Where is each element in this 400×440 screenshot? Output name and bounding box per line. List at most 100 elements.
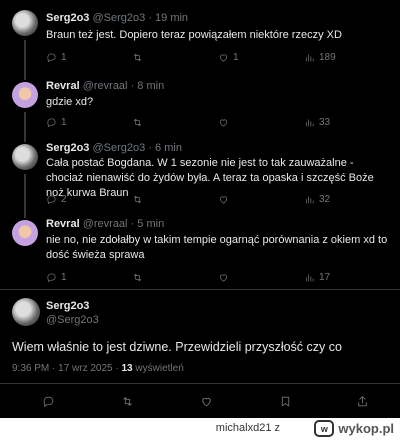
reply-icon (43, 396, 54, 407)
share-button[interactable] (356, 394, 369, 408)
tweet-actions: 1 33 (46, 115, 392, 129)
views-count: 17 (319, 271, 331, 283)
like-count: 1 (233, 51, 239, 63)
author-name[interactable]: Serg2o3 (46, 12, 89, 24)
views-button[interactable]: 33 (304, 115, 330, 129)
reply-button[interactable] (42, 394, 55, 408)
views-icon (305, 195, 314, 204)
tweet-1[interactable]: Serg2o3 @Serg2o3 · 19 min Braun też jest… (0, 0, 400, 74)
repost-button[interactable] (132, 192, 147, 206)
thread-line (24, 174, 26, 212)
author-handle[interactable]: @Serg2o3 (92, 142, 145, 154)
main-actions (0, 394, 400, 414)
tweet-time[interactable]: · 5 min (131, 218, 165, 230)
heart-icon (219, 54, 228, 62)
like-button[interactable] (218, 192, 233, 206)
like-button[interactable] (200, 394, 213, 408)
views-button[interactable]: 32 (304, 192, 330, 206)
thread-line (24, 74, 26, 80)
main-tweet: Serg2o3 @Serg2o3 Wiem właśnie to jest dz… (0, 290, 400, 418)
reply-count: 1 (61, 51, 67, 63)
repost-icon (133, 273, 142, 281)
tweet-meta: 9:36 PM · 17 wrz 2025 · 13 wyświetleń (12, 363, 184, 374)
author-handle[interactable]: @Serg2o3 (92, 12, 145, 24)
repost-button[interactable] (132, 270, 147, 284)
avatar[interactable] (12, 82, 38, 108)
like-button[interactable] (218, 115, 233, 129)
avatar[interactable] (12, 298, 40, 326)
thread-line (24, 212, 26, 218)
thread-line (24, 40, 26, 74)
heart-icon (219, 196, 228, 204)
avatar[interactable] (12, 10, 38, 36)
author-name[interactable]: Serg2o3 (46, 299, 99, 313)
repost-button[interactable] (132, 50, 147, 64)
heart-icon (202, 397, 211, 406)
author-name[interactable]: Revral (46, 80, 80, 92)
views-count: 189 (319, 51, 336, 63)
like-button[interactable]: 1 (218, 50, 239, 64)
reply-count: 2 (61, 193, 67, 205)
reply-count: 1 (61, 271, 67, 283)
share-icon (358, 395, 367, 406)
tweet-header: Revral @revraal · 5 min (46, 218, 164, 230)
wykop-logo[interactable]: w wykop.pl (314, 420, 394, 437)
tweet-text: Wiem właśnie to jest dziwne. Przewidziel… (12, 340, 342, 354)
author-name[interactable]: Revral (46, 218, 80, 230)
repost-button[interactable] (121, 394, 134, 408)
reply-icon (47, 194, 56, 204)
author-name[interactable]: Serg2o3 (46, 142, 89, 154)
reply-count: 1 (61, 116, 67, 128)
repost-icon (133, 195, 142, 203)
tweet-actions: 1 1 189 (46, 50, 392, 64)
repost-icon (123, 396, 132, 406)
heart-icon (219, 119, 228, 127)
views-count: 32 (319, 193, 331, 205)
like-button[interactable] (218, 270, 233, 284)
tweet-3[interactable]: Serg2o3 @Serg2o3 · 6 min Cała postać Bog… (0, 136, 400, 212)
tweet-header: Revral @revraal · 8 min (46, 80, 164, 92)
avatar[interactable] (12, 144, 38, 170)
reply-button[interactable]: 1 (46, 115, 67, 129)
tweet-time[interactable]: · 19 min (148, 12, 188, 24)
repost-button[interactable] (132, 115, 147, 129)
uploader-name[interactable]: michalxd21 (216, 422, 272, 434)
author-handle[interactable]: @revraal (83, 218, 128, 230)
tweet-text: gdzie xd? (46, 96, 94, 108)
views-button[interactable]: 189 (304, 50, 336, 64)
wykop-icon: w (314, 420, 335, 437)
thread-line (24, 136, 26, 142)
tweet-4[interactable]: Revral @revraal · 5 min nie no, nie zdoł… (0, 212, 400, 290)
reply-button[interactable]: 2 (46, 192, 67, 206)
tweet-header: Serg2o3 @Serg2o3 · 19 min (46, 12, 188, 24)
divider (0, 383, 400, 384)
views-button[interactable]: 17 (304, 270, 330, 284)
repost-icon (133, 118, 142, 126)
author-handle[interactable]: @revraal (83, 80, 128, 92)
bookmark-button[interactable] (279, 394, 292, 408)
bookmark-icon (281, 396, 290, 406)
tweet-text: Braun też jest. Dopiero teraz powiązałem… (46, 29, 342, 41)
tweet-timestamp[interactable]: 9:36 PM · 17 wrz 2025 · (12, 363, 122, 374)
thread-line (24, 112, 26, 136)
reply-icon (47, 117, 56, 127)
tweet-2[interactable]: Revral @revraal · 8 min gdzie xd? 1 33 (0, 74, 400, 136)
tweet-actions: 2 32 (46, 192, 392, 206)
uploader-credit: michalxd21 z (216, 422, 280, 434)
tweet-actions: 1 17 (46, 270, 392, 284)
views-label: wyświetleń (132, 363, 184, 374)
views-icon (305, 118, 314, 127)
reply-button[interactable]: 1 (46, 50, 67, 64)
wykop-footer: michalxd21 z w wykop.pl (0, 418, 400, 440)
tweet-header: Serg2o3 @Serg2o3 · 6 min (46, 142, 182, 154)
views-icon (305, 273, 314, 282)
tweet-text: nie no, nie zdołałby w takim tempie ogar… (46, 234, 388, 261)
author-handle[interactable]: @Serg2o3 (46, 313, 99, 327)
wykop-brand: wykop.pl (338, 421, 394, 436)
reply-icon (47, 272, 56, 282)
avatar[interactable] (12, 220, 38, 246)
reply-button[interactable]: 1 (46, 270, 67, 284)
tweet-time[interactable]: · 8 min (131, 80, 165, 92)
tweet-time[interactable]: · 6 min (148, 142, 182, 154)
credit-suffix: z (274, 422, 281, 434)
